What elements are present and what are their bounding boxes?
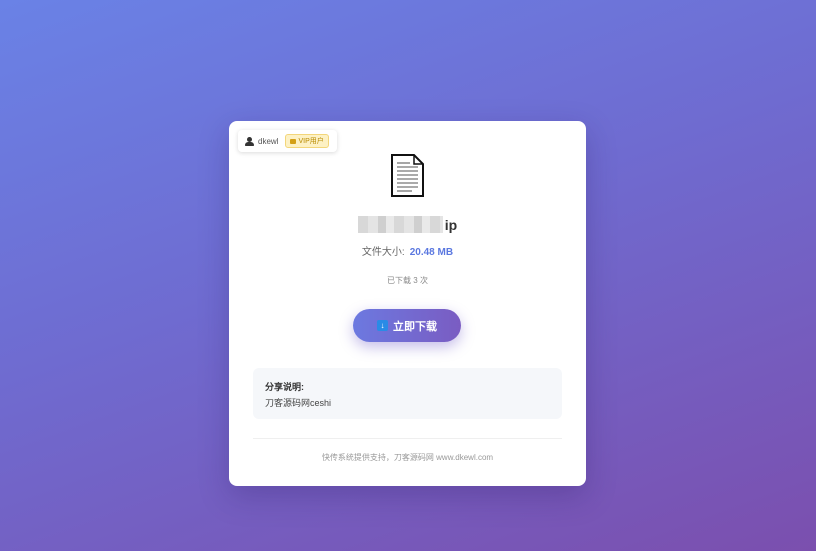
download-count: 已下载 3 次 — [387, 276, 428, 285]
download-button[interactable]: ↓ 立即下载 — [353, 309, 461, 342]
download-card: dkewl VIP用户 ip 文件大小: 20.48 MB 已下载 3 次 ↓ 立… — [229, 121, 586, 486]
file-name-suffix: ip — [444, 216, 458, 233]
user-icon — [245, 136, 254, 146]
download-button-label: 立即下载 — [393, 320, 437, 333]
username: dkewl — [258, 136, 279, 146]
share-description: 刀客源码网ceshi — [265, 398, 332, 408]
divider — [253, 438, 562, 439]
share-title: 分享说明: — [265, 382, 304, 392]
document-icon — [391, 154, 424, 197]
file-name-redacted — [357, 216, 443, 233]
share-description-box: 分享说明: 刀客源码网ceshi — [253, 368, 562, 419]
vip-badge-label: VIP用户 — [298, 138, 324, 145]
vip-badge: VIP用户 — [285, 134, 329, 148]
user-badge[interactable]: dkewl VIP用户 — [238, 130, 337, 152]
file-size-value: 20.48 MB — [409, 247, 454, 258]
file-size-label: 文件大小: — [361, 247, 405, 258]
footer-text: 快传系统提供支持，刀客源码网 www.dkewl.com — [321, 453, 494, 462]
file-size: 文件大小: 20.48 MB — [229, 243, 586, 258]
vip-icon — [290, 138, 297, 144]
file-name: ip — [229, 216, 586, 233]
download-icon: ↓ — [377, 320, 388, 331]
